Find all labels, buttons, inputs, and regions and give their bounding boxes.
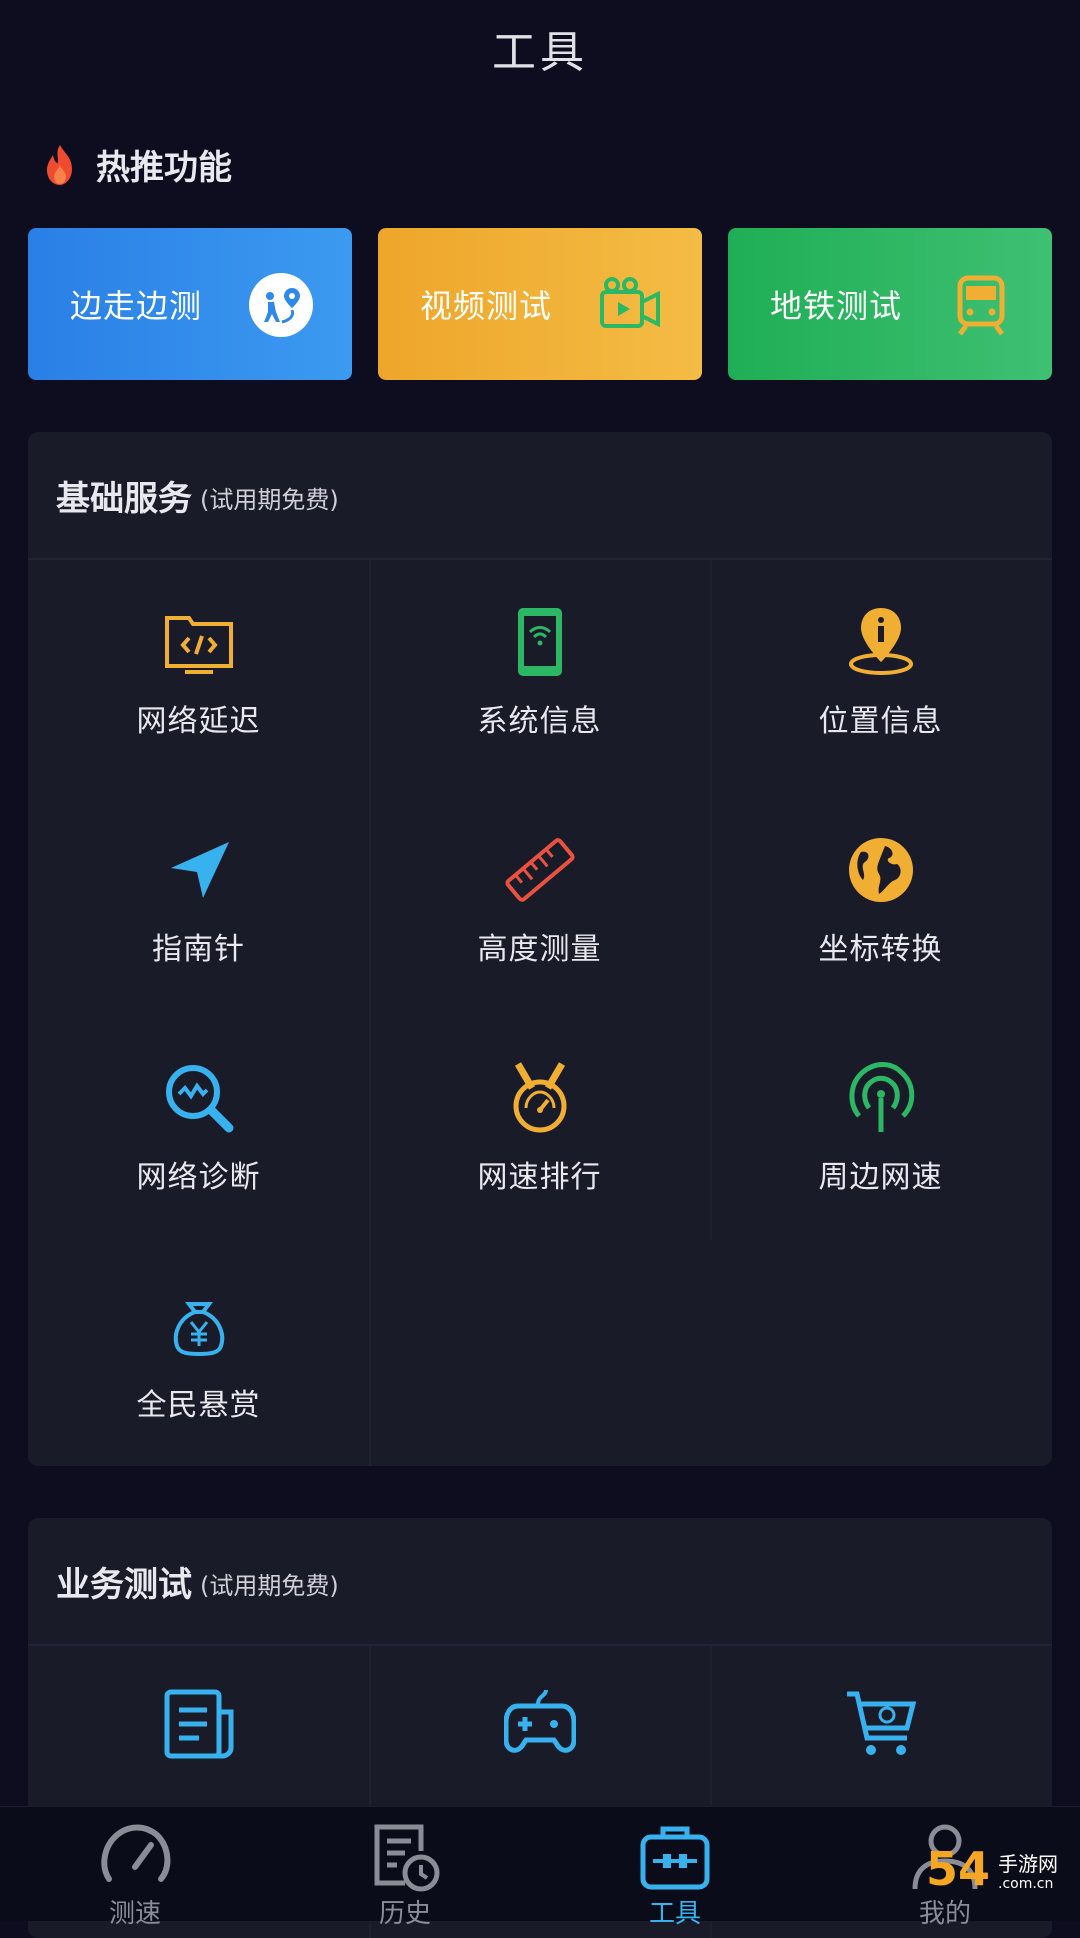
business-test-title: 业务测试 [56,1564,192,1605]
watermark-number: 54 [926,1842,991,1896]
signal-broadcast-icon [849,1062,915,1132]
document-icon [164,1689,234,1759]
basic-services-panel: 基础服务 (试用期免费) 网络延迟 系统信息 位置信息 指南针 高度测量 坐标转… [28,432,1052,1466]
tool-compass[interactable]: 指南针 [28,788,369,1016]
subway-train-icon [957,275,1005,336]
business-test-subtitle: (试用期免费) [200,1571,339,1600]
money-bag-icon [173,1302,225,1357]
tab-label: 测速 [108,1899,161,1929]
tool-coordinate-convert[interactable]: 坐标转换 [710,788,1051,1016]
location-info-icon [849,608,913,675]
globe-icon [849,838,913,902]
walking-route-icon [249,273,313,337]
shopping-cart-icon [847,1691,917,1755]
tab-speed-test[interactable]: 测速 [0,1807,270,1929]
tool-network-diagnosis[interactable]: 网络诊断 [28,1016,369,1244]
tool-label: 网络延迟 [136,704,261,739]
tab-history[interactable]: 历史 [270,1807,540,1929]
tool-location-info[interactable]: 位置信息 [710,560,1051,788]
site-watermark: 54 手游网 .com.cn [926,1838,1066,1908]
watermark-site: 手游网 [998,1852,1058,1876]
tool-label: 位置信息 [818,704,943,739]
tab-label: 历史 [378,1899,431,1929]
page-title: 工具 [492,27,588,78]
basic-services-subtitle: (试用期免费) [200,485,339,514]
hot-card-label: 地铁测试 [770,287,903,325]
hot-card-label: 边走边测 [70,287,203,325]
compass-arrow-icon [171,842,229,898]
tool-label: 系统信息 [477,704,602,739]
hot-card-walk-test[interactable]: 边走边测 [28,228,352,380]
tool-label: 高度测量 [477,932,602,967]
gamepad-icon [504,1689,576,1753]
basic-services-header: 基础服务 (试用期免费) [28,432,1052,560]
tool-label: 周边网速 [818,1160,943,1195]
tool-label: 坐标转换 [818,932,943,967]
toolbox-icon [640,1826,710,1890]
tab-tools[interactable]: 工具 [540,1807,810,1929]
tab-label: 工具 [648,1899,701,1929]
tool-network-latency[interactable]: 网络延迟 [28,560,369,788]
business-test-header: 业务测试 (试用期免费) [28,1518,1052,1646]
history-document-icon [374,1824,440,1892]
tool-speed-ranking[interactable]: 网速排行 [369,1016,710,1244]
speedometer-icon [101,1824,171,1882]
tool-system-info[interactable]: 系统信息 [369,560,710,788]
hot-card-video-test[interactable]: 视频测试 [378,228,702,380]
tool-height-measure[interactable]: 高度测量 [369,788,710,1016]
tool-label: 网速排行 [477,1160,602,1195]
tool-label: 指南针 [152,932,245,967]
fire-icon [47,144,72,185]
phone-wifi-icon [518,608,562,676]
tool-label: 全民悬赏 [136,1388,261,1423]
tool-bounty[interactable]: 全民悬赏 [28,1244,369,1466]
hot-card-subway-test[interactable]: 地铁测试 [728,228,1052,380]
basic-services-title: 基础服务 [56,478,192,519]
hot-section-title: 热推功能 [96,148,232,188]
medal-speedometer-icon [513,1062,567,1133]
code-folder-icon [165,616,233,674]
tool-nearby-speed[interactable]: 周边网速 [710,1016,1051,1244]
hot-card-label: 视频测试 [420,287,553,325]
tool-label: 网络诊断 [136,1160,261,1195]
magnifier-wave-icon [166,1065,234,1133]
top-bar: 工具 [0,0,1080,100]
hot-section-header: 热推功能 [38,140,232,189]
video-camera-icon [600,277,660,328]
ruler-icon [505,838,575,902]
hot-cards: 边走边测 视频测试 地铁测试 [28,228,1052,380]
watermark-domain: .com.cn [998,1876,1054,1892]
bottom-tab-bar: 测速 历史 工具 我的 [0,1806,1080,1929]
